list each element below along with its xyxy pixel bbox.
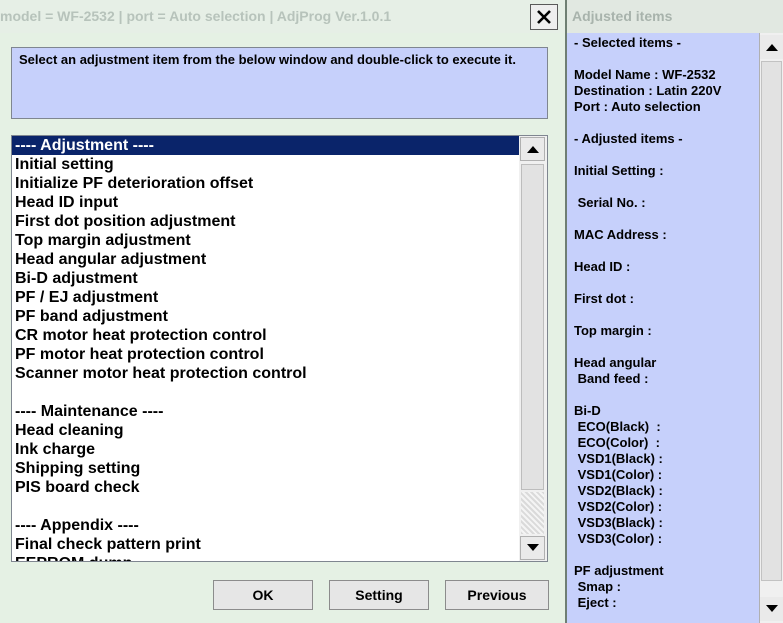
adjusted-item-line	[574, 387, 754, 403]
adjusted-item-line: Initial Setting :	[574, 163, 664, 178]
previous-button[interactable]: Previous	[445, 580, 549, 610]
adjusted-item-line: Top margin :	[574, 323, 652, 338]
adjusted-item-line: Band feed :	[574, 371, 649, 386]
adjusted-item-line: - Selected items -	[574, 35, 681, 50]
adjusted-item-line: Head ID :	[574, 259, 631, 274]
adjusted-item-line: VSD1(Color) :	[574, 467, 663, 482]
adjusted-items-panel: - Selected items - Model Name : WF-2532 De…	[567, 33, 783, 623]
adjusted-item-line: First dot :	[574, 291, 634, 306]
adjustment-list[interactable]: ---- Adjustment ---- Initial setting Initi…	[11, 135, 548, 562]
list-scrollbar[interactable]	[519, 136, 547, 561]
chevron-down-icon	[765, 605, 778, 612]
adjusted-item-line	[574, 211, 754, 227]
scroll-thumb[interactable]	[521, 164, 544, 490]
list-item[interactable]: Scanner motor heat protection control	[12, 364, 519, 383]
setting-button[interactable]: Setting	[329, 580, 429, 610]
adjusted-item-line	[574, 307, 754, 323]
list-items-container: ---- Adjustment ---- Initial setting Initi…	[12, 136, 519, 561]
adjusted-item-line: Smap :	[574, 579, 621, 594]
adjusted-item-line: VSD3(Color) :	[574, 531, 663, 546]
chevron-down-icon	[526, 544, 539, 551]
list-item[interactable]: PF motor heat protection control	[12, 345, 519, 364]
adjusted-item-line	[574, 275, 754, 291]
adjusted-item-line	[574, 115, 754, 131]
list-item[interactable]: ---- Appendix ----	[12, 516, 519, 535]
list-item[interactable]: Initialize PF deterioration offset	[12, 174, 519, 193]
side-scroll-up-button[interactable]	[760, 35, 783, 59]
list-item[interactable]: Bi-D adjustment	[12, 269, 519, 288]
adjusted-item-line	[574, 147, 754, 163]
chevron-up-icon	[765, 44, 778, 51]
list-item[interactable]: CR motor heat protection control	[12, 326, 519, 345]
list-item[interactable]: EEPROM dump	[12, 554, 519, 561]
side-title: Adjusted items	[572, 8, 673, 24]
list-item[interactable]: Final check pattern print	[12, 535, 519, 554]
adjusted-item-line: ECO(Color) :	[574, 435, 660, 450]
list-item[interactable]: PF band adjustment	[12, 307, 519, 326]
adjusted-item-line	[574, 547, 754, 563]
adjusted-item-line	[574, 339, 754, 355]
adjusted-item-line: Destination : Latin 220V	[574, 83, 722, 98]
list-item[interactable]: Ink charge	[12, 440, 519, 459]
adjusted-item-line: Head angular	[574, 355, 657, 370]
ok-button[interactable]: OK	[213, 580, 313, 610]
adjusted-item-line: Bi-D	[574, 403, 601, 418]
adjusted-item-line: VSD2(Color) :	[574, 499, 663, 514]
title-bar: model = WF-2532 | port = Auto selection …	[0, 0, 565, 33]
adjusted-item-line: Serial No. :	[574, 195, 646, 210]
instruction-box: Select an adjustment item from the below…	[11, 47, 548, 119]
list-item[interactable]: PF / EJ adjustment	[12, 288, 519, 307]
adjusted-items-window: Adjusted items - Selected items - Model N…	[565, 0, 783, 623]
adjusted-item-line	[574, 243, 754, 259]
adjusted-item-line: MAC Address :	[574, 227, 667, 242]
adjusted-item-line: - Adjusted items -	[574, 131, 683, 146]
list-item[interactable]: Initial setting	[12, 155, 519, 174]
adjusted-item-line: PF adjustment	[574, 563, 664, 578]
list-item[interactable]: First dot position adjustment	[12, 212, 519, 231]
adjusted-item-line: ECO(Black) :	[574, 419, 661, 434]
close-button[interactable]	[530, 4, 558, 30]
adjusted-items-text: - Selected items - Model Name : WF-2532 De…	[574, 35, 754, 611]
list-item[interactable]: Shipping setting	[12, 459, 519, 478]
list-item[interactable]: Head ID input	[12, 193, 519, 212]
list-item[interactable]	[12, 497, 519, 516]
side-scrollbar[interactable]	[759, 33, 783, 623]
list-item[interactable]: ---- Maintenance ----	[12, 402, 519, 421]
list-item[interactable]: Top margin adjustment	[12, 231, 519, 250]
adjusted-item-line: Port : Auto selection	[574, 99, 701, 114]
scroll-up-button[interactable]	[520, 137, 545, 161]
adjusted-item-line: Model Name : WF-2532	[574, 67, 716, 82]
adjusted-item-line: VSD3(Black) :	[574, 515, 663, 530]
list-item[interactable]: Head angular adjustment	[12, 250, 519, 269]
window-title: model = WF-2532 | port = Auto selection …	[0, 8, 392, 24]
list-item[interactable]: ---- Adjustment ----	[12, 136, 519, 155]
side-scroll-thumb[interactable]	[761, 61, 782, 581]
side-scroll-down-button[interactable]	[760, 597, 783, 621]
list-item[interactable]: PIS board check	[12, 478, 519, 497]
adjustment-window: model = WF-2532 | port = Auto selection …	[0, 0, 565, 623]
scroll-track[interactable]	[521, 492, 544, 534]
list-item[interactable]	[12, 383, 519, 402]
scroll-down-button[interactable]	[520, 536, 545, 560]
close-icon	[537, 10, 551, 24]
list-item[interactable]: Head cleaning	[12, 421, 519, 440]
adjusted-item-line	[574, 51, 754, 67]
adjusted-item-line: VSD2(Black) :	[574, 483, 663, 498]
chevron-up-icon	[526, 146, 539, 153]
adjusted-item-line	[574, 179, 754, 195]
adjusted-item-line: Eject :	[574, 595, 617, 610]
side-title-bar: Adjusted items	[567, 0, 783, 33]
adjusted-item-line: VSD1(Black) :	[574, 451, 663, 466]
